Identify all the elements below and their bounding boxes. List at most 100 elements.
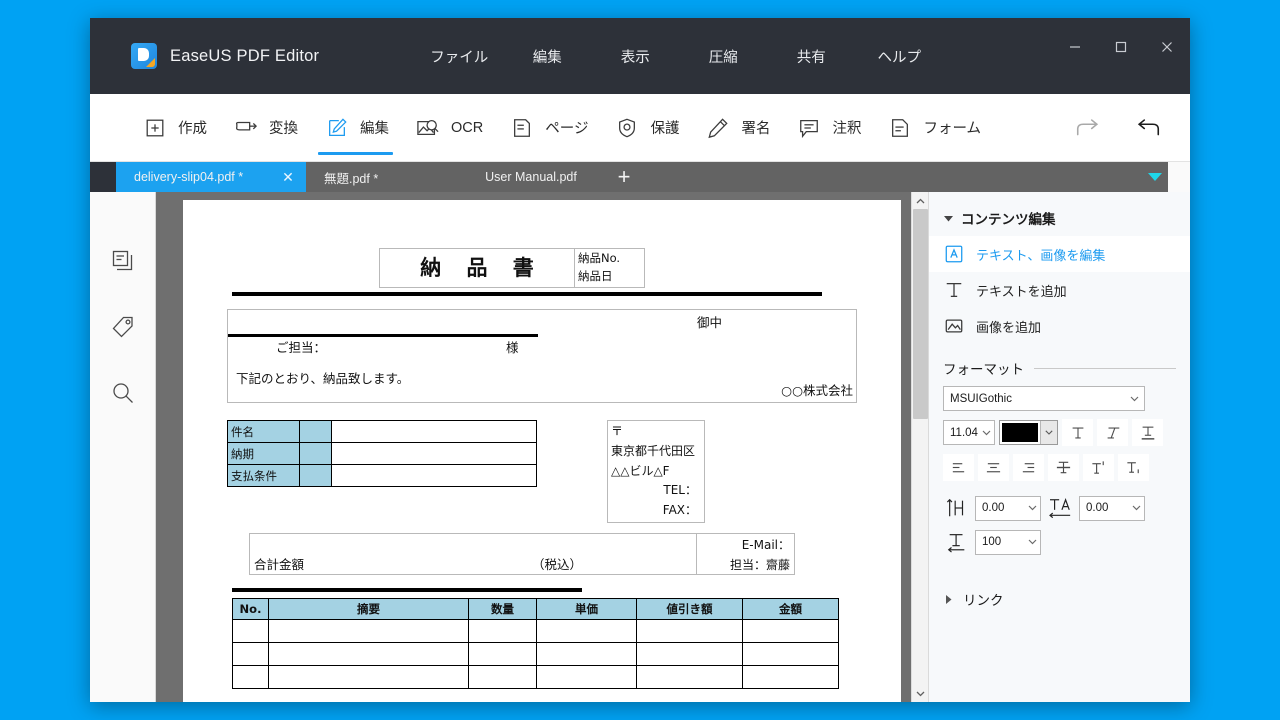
cell-desc[interactable]	[268, 618, 469, 643]
ribbon-tool-form[interactable]: フォーム	[873, 94, 993, 162]
ribbon-tool-ocr[interactable]: OCR	[401, 94, 495, 162]
recipient-box[interactable]: 御中 ご担当： 様 下記のとおり、納品致します。 ○○株式会社	[227, 309, 857, 403]
terms-value-subject[interactable]	[331, 420, 537, 443]
align-center-icon[interactable]	[978, 454, 1009, 481]
cell-no[interactable]	[232, 618, 269, 643]
menu-item-edit[interactable]: 編集	[503, 40, 591, 73]
close-icon[interactable]: ✕	[280, 169, 296, 185]
panel-item-add-image[interactable]: 画像を追加	[929, 308, 1190, 344]
cell-amt[interactable]	[742, 664, 839, 689]
table-row[interactable]: 納期	[227, 442, 537, 465]
scroll-down-icon[interactable]	[912, 685, 929, 702]
ribbon-tool-convert[interactable]: 変換	[219, 94, 310, 162]
font-color-swatch[interactable]	[1000, 421, 1040, 444]
cell-amt[interactable]	[742, 618, 839, 643]
document-viewport[interactable]: 納 品 書 納品No. 納品日 御中 ご担当： 様 下記のとおり、納品致します。…	[156, 192, 928, 702]
doc-number-box[interactable]: 納品No. 納品日	[575, 248, 645, 288]
terms-value-payment[interactable]	[331, 464, 537, 487]
tab-untitled[interactable]: 無題.pdf *	[306, 162, 456, 192]
subscript-icon[interactable]	[1118, 454, 1149, 481]
cell-qty[interactable]	[468, 664, 537, 689]
cell-price[interactable]	[536, 618, 637, 643]
ribbon-tool-protect[interactable]: 保護	[600, 94, 691, 162]
issuer-address-box[interactable]: 〒 東京都千代田区 △△ビル△F TEL： FAX：	[607, 420, 705, 523]
cell-qty[interactable]	[468, 641, 537, 666]
cell-desc[interactable]	[268, 641, 469, 666]
menu-item-compress[interactable]: 圧縮	[679, 40, 767, 73]
align-left-icon[interactable]	[943, 454, 974, 481]
cell-qty[interactable]	[468, 618, 537, 643]
menu-item-view[interactable]: 表示	[591, 40, 679, 73]
document-scrollbar[interactable]	[911, 192, 928, 702]
ribbon-tool-sign[interactable]: 署名	[691, 94, 782, 162]
pages-thumbnail-icon[interactable]	[106, 244, 140, 278]
italic-text-icon[interactable]	[1097, 419, 1128, 446]
char-spacing-input[interactable]: 0.00	[1079, 495, 1145, 521]
search-icon[interactable]	[106, 376, 140, 410]
redo-arrow-icon[interactable]	[1068, 108, 1108, 148]
align-right-icon[interactable]	[1013, 454, 1044, 481]
panel-item-add-text[interactable]: テキストを追加	[929, 272, 1190, 308]
bold-text-icon[interactable]	[1062, 419, 1093, 446]
terms-table[interactable]: 件名 納期 支払条件	[227, 420, 537, 487]
total-amount-box[interactable]: 合計金額 （税込）	[249, 532, 697, 575]
menu-item-help[interactable]: ヘルプ	[855, 40, 943, 73]
minimize-icon[interactable]	[1052, 30, 1098, 64]
terms-value-delivery[interactable]	[331, 442, 537, 465]
ribbon-tool-pages[interactable]: ページ	[495, 94, 600, 162]
ribbon-tool-create[interactable]: 作成	[128, 94, 219, 162]
cell-no[interactable]	[232, 641, 269, 666]
line-spacing-input[interactable]: 0.00	[975, 495, 1041, 521]
menu-item-file[interactable]: ファイル	[415, 40, 503, 73]
ribbon-tool-edit[interactable]: 編集	[310, 94, 401, 162]
cell-disc[interactable]	[636, 618, 743, 643]
chevron-down-icon[interactable]	[1024, 497, 1040, 520]
bookmark-tag-icon[interactable]	[106, 310, 140, 344]
font-family-select[interactable]: MSUIGothic	[943, 386, 1145, 411]
maximize-icon[interactable]	[1098, 30, 1144, 64]
scrollbar-track[interactable]	[912, 209, 929, 685]
cell-no[interactable]	[232, 664, 269, 689]
cell-disc[interactable]	[636, 664, 743, 689]
horizontal-scale-input[interactable]: 100	[975, 529, 1041, 555]
font-color-picker[interactable]	[999, 420, 1058, 445]
cell-price[interactable]	[536, 664, 637, 689]
table-row[interactable]: 件名	[227, 420, 537, 443]
chevron-down-icon[interactable]	[1128, 497, 1144, 520]
chevron-down-icon[interactable]	[1142, 162, 1168, 192]
cell-amt[interactable]	[742, 641, 839, 666]
line-spacing-control[interactable]: 0.00	[943, 495, 1041, 521]
table-row[interactable]	[232, 664, 839, 689]
pdf-page[interactable]: 納 品 書 納品No. 納品日 御中 ご担当： 様 下記のとおり、納品致します。…	[183, 200, 901, 702]
doc-title-box[interactable]: 納 品 書	[379, 248, 575, 288]
char-spacing-control[interactable]: 0.00	[1047, 495, 1145, 521]
strikethrough-icon[interactable]	[1048, 454, 1079, 481]
ribbon-tool-comment[interactable]: 注釈	[782, 94, 873, 162]
superscript-icon[interactable]	[1083, 454, 1114, 481]
scroll-up-icon[interactable]	[912, 192, 929, 209]
undo-arrow-icon[interactable]	[1128, 108, 1168, 148]
chevron-down-icon[interactable]	[1040, 421, 1057, 444]
tab-user-manual[interactable]: User Manual.pdf	[456, 162, 606, 192]
chevron-down-icon[interactable]	[1024, 531, 1040, 554]
cell-desc[interactable]	[268, 664, 469, 689]
chevron-down-icon[interactable]	[1124, 387, 1144, 410]
menu-item-share[interactable]: 共有	[767, 40, 855, 73]
content-edit-section-header[interactable]: コンテンツ編集	[929, 202, 1190, 236]
font-size-select[interactable]: 11.04	[943, 420, 995, 445]
scrollbar-thumb[interactable]	[912, 209, 928, 419]
items-table[interactable]: No. 摘要 数量 単価 値引き額 金額	[232, 597, 839, 689]
new-tab-button[interactable]: +	[606, 162, 642, 192]
table-row[interactable]	[232, 618, 839, 643]
cell-price[interactable]	[536, 641, 637, 666]
table-row[interactable]: 支払条件	[227, 464, 537, 487]
link-section-header[interactable]: リンク	[929, 589, 1190, 609]
issuer-contact-box[interactable]: E-Mail： 担当：齋藤	[697, 532, 795, 575]
cell-disc[interactable]	[636, 641, 743, 666]
table-row[interactable]	[232, 641, 839, 666]
chevron-down-icon[interactable]	[978, 421, 994, 444]
panel-item-edit-text-image[interactable]: テキスト、画像を編集	[929, 236, 1190, 272]
horizontal-scale-control[interactable]: 100	[943, 529, 1041, 555]
close-icon[interactable]	[1144, 30, 1190, 64]
tab-delivery-slip04[interactable]: delivery-slip04.pdf * ✕	[116, 162, 306, 192]
